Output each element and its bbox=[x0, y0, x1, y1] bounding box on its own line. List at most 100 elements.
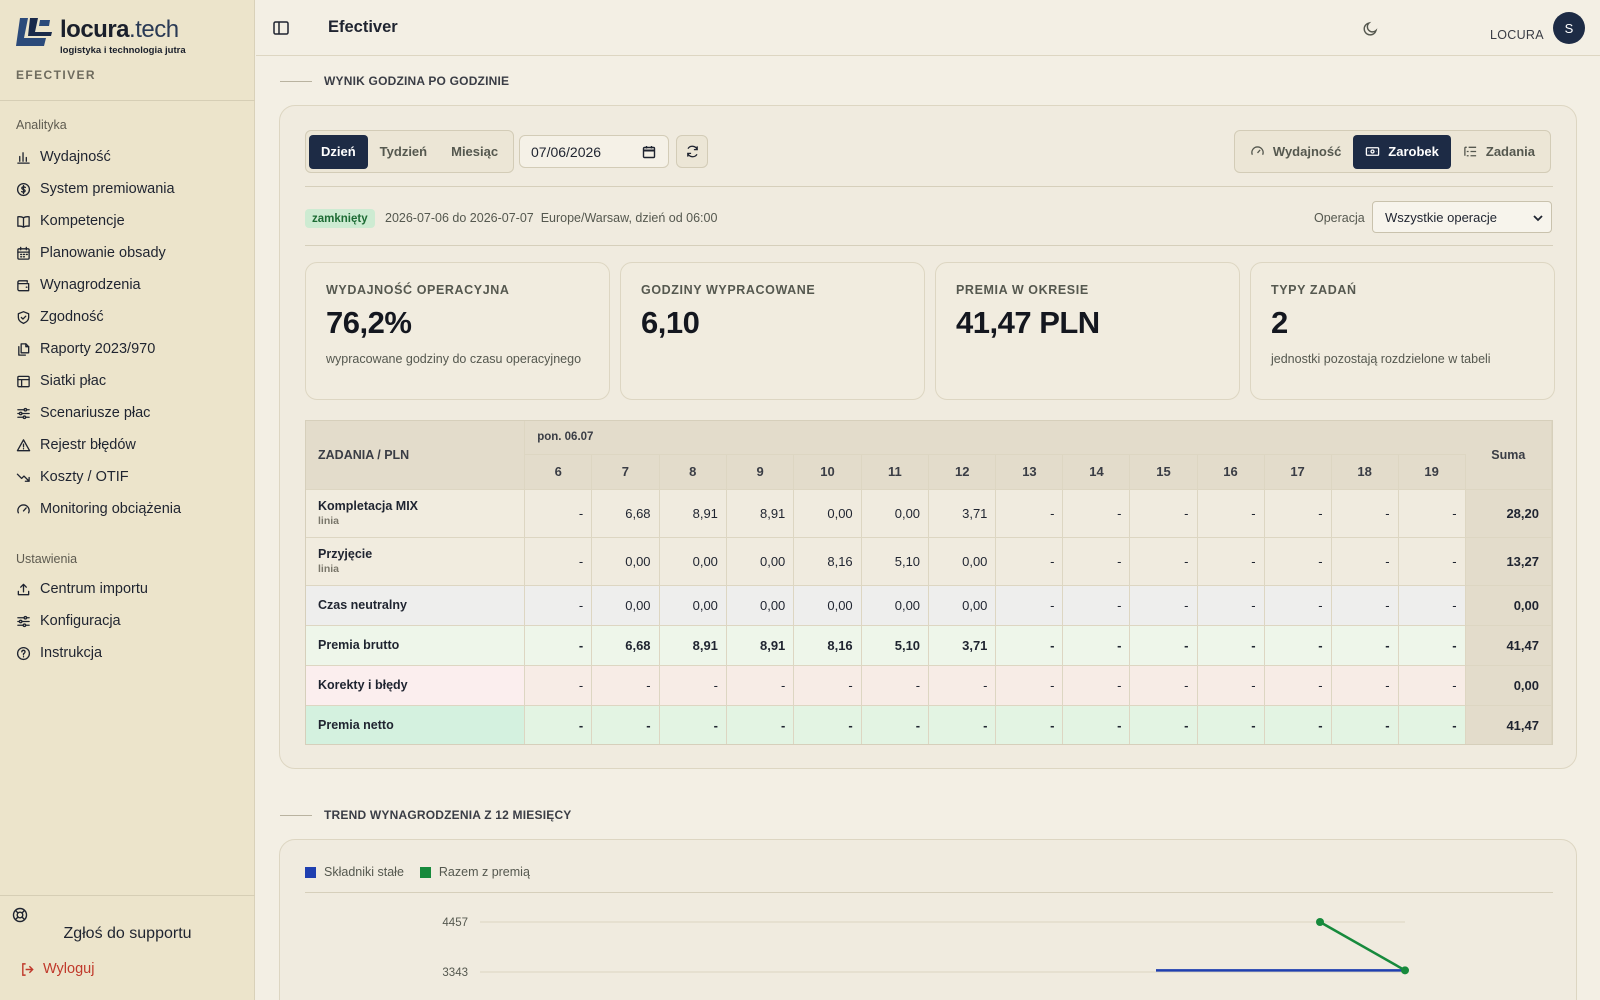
sidebar-item-centrum-importu[interactable]: Centrum importu bbox=[16, 577, 148, 601]
task-name: Czas neutralny bbox=[318, 598, 407, 612]
task-name: Korekty i błędy bbox=[318, 678, 408, 692]
range-option-tydzien[interactable]: Tydzień bbox=[368, 135, 439, 169]
value-cell: - bbox=[928, 705, 997, 744]
mode-option-zadania[interactable]: Zadania bbox=[1451, 135, 1547, 169]
table-row-korekty-i-bledy: Korekty i błędy - - - - - - - - - - - - - -0,00 bbox=[306, 665, 1552, 706]
timezone-info: Europe/Warsaw, dzień od 06:00 bbox=[540, 211, 718, 225]
warning-triangle-icon bbox=[16, 438, 31, 451]
value-cell: 0,00 bbox=[793, 585, 862, 626]
value-cell: - bbox=[591, 705, 660, 744]
hour-column-header: 17 bbox=[1264, 454, 1332, 490]
value-cell: 6,68 bbox=[591, 625, 660, 666]
value-cell: - bbox=[1398, 585, 1466, 626]
value-cell: - bbox=[995, 665, 1064, 706]
sidebar-toggle-icon[interactable] bbox=[272, 19, 290, 37]
range-option-dzien[interactable]: Dzień bbox=[309, 134, 368, 169]
moon-icon[interactable] bbox=[1362, 20, 1379, 37]
operation-select[interactable]: Wszystkie operacje bbox=[1372, 201, 1552, 233]
sidebar-item-koszty-otif[interactable]: Koszty / OTIF bbox=[16, 465, 129, 489]
sum-cell: 28,20 bbox=[1465, 489, 1552, 538]
value-cell: - bbox=[659, 665, 727, 706]
date-input[interactable]: 07/06/2026 bbox=[519, 135, 669, 168]
kpi-label: WYDAJNOŚĆ OPERACYJNA bbox=[326, 283, 510, 297]
sidebar-item-label: Wydajność bbox=[40, 149, 111, 165]
mode-option-wydajnosc[interactable]: Wydajność bbox=[1238, 135, 1353, 169]
operation-label: Operacja bbox=[1314, 211, 1365, 225]
table-row-czas-neutralny: Czas neutralny -0,00 0,00 0,00 0,00 0,00 0,00-… bbox=[306, 585, 1552, 626]
sidebar-item-label: Koszty / OTIF bbox=[40, 469, 129, 485]
sidebar-item-raporty-2023-970[interactable]: Raporty 2023/970 bbox=[16, 337, 155, 361]
logout-label: Wyloguj bbox=[43, 961, 95, 977]
section-heading-trend: TREND WYNAGRODZENIA Z 12 MIESIĘCY bbox=[280, 808, 572, 822]
calendar-icon[interactable] bbox=[642, 145, 656, 159]
value-cell: 3,71 bbox=[928, 625, 997, 666]
upload-icon bbox=[17, 583, 30, 595]
sidebar-item-wynagrodzenia[interactable]: Wynagrodzenia bbox=[16, 273, 141, 297]
value-cell: - bbox=[1398, 537, 1466, 586]
sidebar-item-rejestr-bledow[interactable]: Rejestr błędów bbox=[16, 433, 136, 457]
shield-check-icon bbox=[17, 310, 30, 324]
locura-logo-icon bbox=[16, 18, 52, 46]
kpi-value: 2 bbox=[1271, 305, 1288, 340]
sidebar-item-system-premiowania[interactable]: System premiowania bbox=[16, 177, 175, 201]
range-option-miesiac[interactable]: Miesiąc bbox=[439, 135, 510, 169]
sidebar-item-instrukcja[interactable]: Instrukcja bbox=[16, 641, 102, 665]
sidebar-item-monitoring-obciazenia[interactable]: Monitoring obciążenia bbox=[16, 497, 181, 521]
hour-column-header: 6 bbox=[524, 454, 593, 490]
sidebar-item-konfiguracja[interactable]: Konfiguracja bbox=[16, 609, 121, 633]
kpi-value: 76,2% bbox=[326, 305, 412, 340]
hour-column-header: 8 bbox=[659, 454, 727, 490]
value-cell: - bbox=[1331, 625, 1399, 666]
sidebar-item-siatki-plac[interactable]: Siatki płac bbox=[16, 369, 106, 393]
top-bar: Efectiver LOCURA S bbox=[256, 0, 1600, 56]
value-cell: - bbox=[1197, 705, 1265, 744]
value-cell: - bbox=[591, 665, 660, 706]
sliders-icon bbox=[17, 407, 30, 419]
refresh-button[interactable] bbox=[676, 135, 708, 168]
hourly-table-wrapper[interactable]: ZADANIA / PLN pon. 06.07 Suma 6 7 8 9 10 11 12 13 1… bbox=[305, 420, 1553, 745]
section-heading-hourly-text: WYNIK GODZINA PO GODZINIE bbox=[324, 74, 510, 88]
sidebar-item-kompetencje[interactable]: Kompetencje bbox=[16, 209, 125, 233]
value-cell: - bbox=[726, 665, 795, 706]
hour-column-header: 16 bbox=[1197, 454, 1265, 490]
task-name-cell: Czas neutralny bbox=[306, 585, 526, 626]
value-cell: 5,10 bbox=[861, 625, 930, 666]
task-column-header: ZADANIA / PLN bbox=[306, 421, 526, 490]
table-row-przyjecie: Przyjęcie linia -0,00 0,00 0,00 8,16 5,10 0,00-… bbox=[306, 537, 1552, 586]
sidebar-item-label: Scenariusze płac bbox=[40, 405, 151, 421]
heading-rule bbox=[280, 80, 312, 82]
value-cell: - bbox=[861, 665, 930, 706]
value-cell: - bbox=[1197, 585, 1265, 626]
sum-cell: 41,47 bbox=[1465, 705, 1552, 744]
data-point-razem-z-premia bbox=[1401, 966, 1409, 975]
date-value: 07/06/2026 bbox=[531, 143, 602, 160]
value-cell: 0,00 bbox=[928, 585, 997, 626]
value-cell: - bbox=[1062, 537, 1131, 586]
mode-option-label: Zadania bbox=[1485, 144, 1535, 159]
value-cell: - bbox=[1062, 705, 1131, 744]
value-cell: 6,68 bbox=[591, 489, 660, 538]
chevron-down-icon bbox=[1533, 215, 1543, 222]
sidebar-item-planowanie-obsady[interactable]: Planowanie obsady bbox=[16, 241, 166, 265]
kpi-label: GODZINY WYPRACOWANE bbox=[641, 283, 816, 297]
sidebar-footer-divider bbox=[0, 895, 255, 896]
table-row-premia-netto: Premia netto - - - - - - - - - - - - - -41,47 bbox=[306, 705, 1552, 744]
brand-logo[interactable]: locura.tech logistyka i technologia jutr… bbox=[16, 14, 196, 58]
period-range: 2026-07-06 do 2026-07-07 bbox=[385, 211, 534, 225]
sidebar-item-wydajnosc[interactable]: Wydajność bbox=[16, 145, 111, 169]
hour-column-header: 9 bbox=[726, 454, 795, 490]
sidebar-item-zgodnosc[interactable]: Zgodność bbox=[16, 305, 104, 329]
avatar[interactable]: S bbox=[1553, 12, 1585, 44]
sidebar-divider bbox=[0, 100, 255, 101]
brand-tagline: logistyka i technologia jutra bbox=[60, 45, 186, 56]
y-tick-label: 4457 bbox=[442, 917, 468, 929]
logout-button[interactable]: Wyloguj bbox=[20, 961, 94, 977]
value-cell: - bbox=[1197, 665, 1265, 706]
mode-option-zarobek[interactable]: Zarobek bbox=[1353, 134, 1451, 169]
task-name-cell: Korekty i błędy bbox=[306, 665, 526, 706]
value-cell: 0,00 bbox=[659, 537, 727, 586]
sidebar-item-scenariusze-plac[interactable]: Scenariusze płac bbox=[16, 401, 150, 425]
task-name-cell: Premia brutto bbox=[306, 625, 526, 666]
task-name-cell: Kompletacja MIX linia bbox=[306, 489, 526, 538]
support-button[interactable]: Zgłoś do supportu bbox=[0, 925, 255, 943]
